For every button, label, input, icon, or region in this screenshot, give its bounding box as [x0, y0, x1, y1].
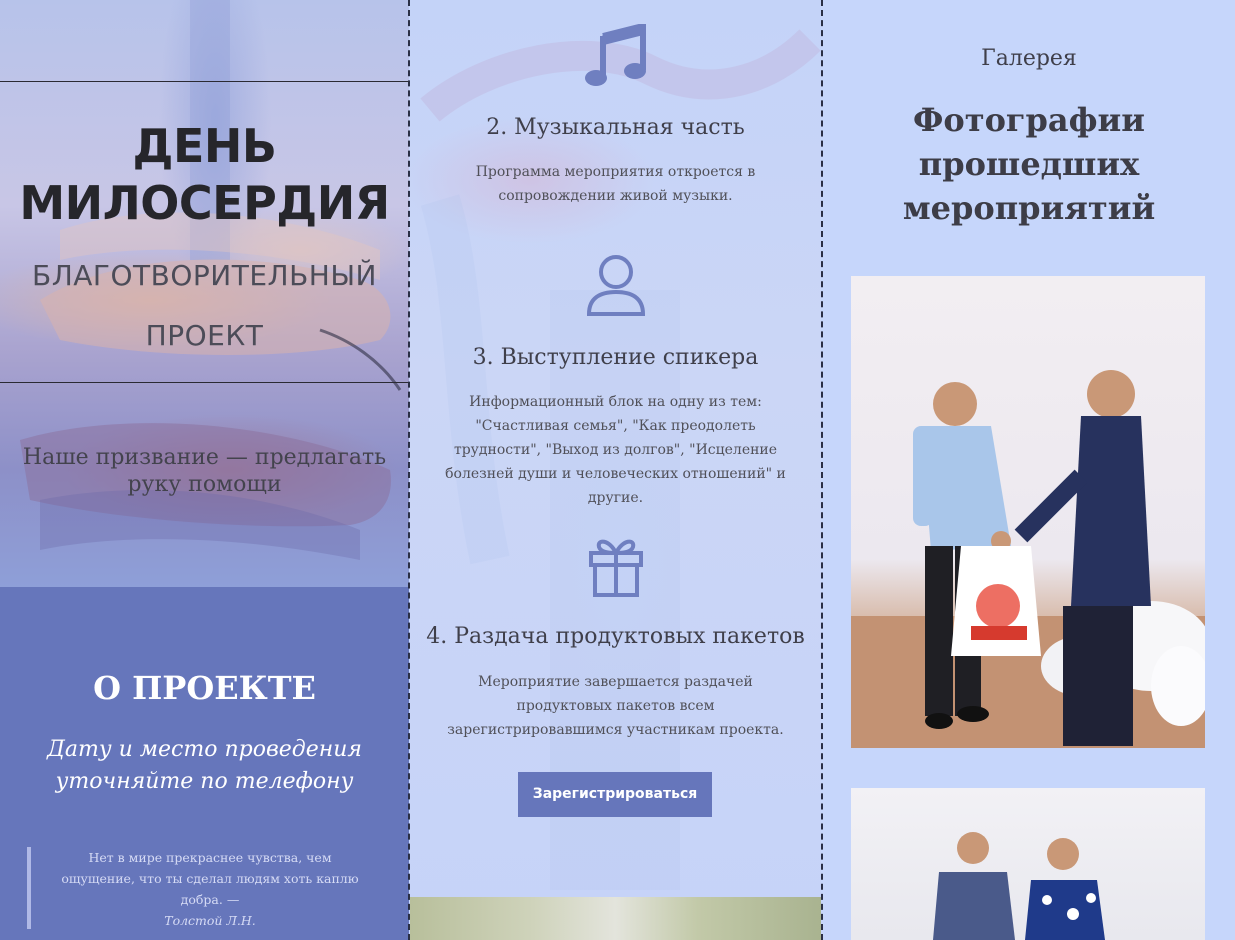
hero-title: ДЕНЬ МИЛОСЕРДИЯ — [0, 118, 409, 232]
gallery-label: Галерея — [981, 46, 1077, 71]
hero-title-line1: ДЕНЬ — [132, 119, 277, 173]
quote-text: Нет в мире прекраснее чувства, чем ощуще… — [61, 850, 359, 907]
gallery-photo-1[interactable] — [851, 276, 1205, 748]
program-item-speaker: 3. Выступление спикера Информационный бл… — [410, 254, 821, 510]
program-item-text: Информационный блок на одну из тем: "Сча… — [445, 394, 786, 506]
left-column: ДЕНЬ МИЛОСЕРДИЯ БЛАГОТВОРИТЕЛЬНЫЙ ПРОЕКТ… — [0, 0, 409, 940]
hero-subtitle-line1: БЛАГОТВОРИТЕЛЬНЫЙ — [32, 259, 377, 292]
program-item-title: 3. Выступление спикера — [472, 345, 759, 370]
hero-subtitle: БЛАГОТВОРИТЕЛЬНЫЙ ПРОЕКТ — [20, 246, 389, 366]
program-item-text: Мероприятие завершается раздачей продукт… — [447, 674, 784, 738]
gallery-title: Фотографии прошедших мероприятий — [902, 101, 1156, 227]
program-item-title: 2. Музыкальная часть — [486, 115, 745, 140]
program-item-gifts: 4. Раздача продуктовых пакетов Мероприят… — [410, 535, 821, 742]
quote-author: Толстой Л.Н. — [164, 913, 256, 928]
hero-title-line2: МИЛОСЕРДИЯ — [19, 176, 390, 230]
hero-divider-top — [0, 81, 409, 82]
about-section: О ПРОЕКТЕ Дату и место проведения уточня… — [0, 587, 409, 940]
about-note: Дату и место проведения уточняйте по тел… — [47, 737, 362, 794]
hero-banner: ДЕНЬ МИЛОСЕРДИЯ БЛАГОТВОРИТЕЛЬНЫЙ ПРОЕКТ… — [0, 0, 409, 587]
gallery-photo-2[interactable] — [851, 788, 1205, 940]
gallery-photo-1-image — [851, 370, 1205, 748]
hero-motto: Наше призвание — предлагать руку помощи — [22, 445, 387, 497]
program-item-title: 4. Раздача продуктовых пакетов — [426, 624, 805, 649]
gift-icon — [588, 539, 643, 597]
program-column: 2. Музыкальная часть Программа мероприят… — [410, 0, 821, 940]
about-title: О ПРОЕКТЕ — [93, 669, 316, 707]
gallery-column: Галерея Фотографии прошедших мероприятий — [823, 0, 1235, 940]
register-button[interactable]: Зарегистрироваться — [518, 772, 712, 817]
hero-subtitle-line2: ПРОЕКТ — [145, 319, 264, 352]
program-item-text: Программа мероприятия откроется в сопров… — [475, 164, 756, 204]
user-icon — [586, 255, 645, 316]
program-item-music: 2. Музыкальная часть Программа мероприят… — [410, 24, 821, 208]
gallery-photo-2-image — [933, 832, 1105, 940]
music-note-icon — [584, 24, 646, 86]
quote-block: Нет в мире прекраснее чувства, чем ощуще… — [27, 847, 367, 929]
hero-divider-bottom — [0, 382, 409, 383]
bottom-photo — [410, 897, 821, 940]
